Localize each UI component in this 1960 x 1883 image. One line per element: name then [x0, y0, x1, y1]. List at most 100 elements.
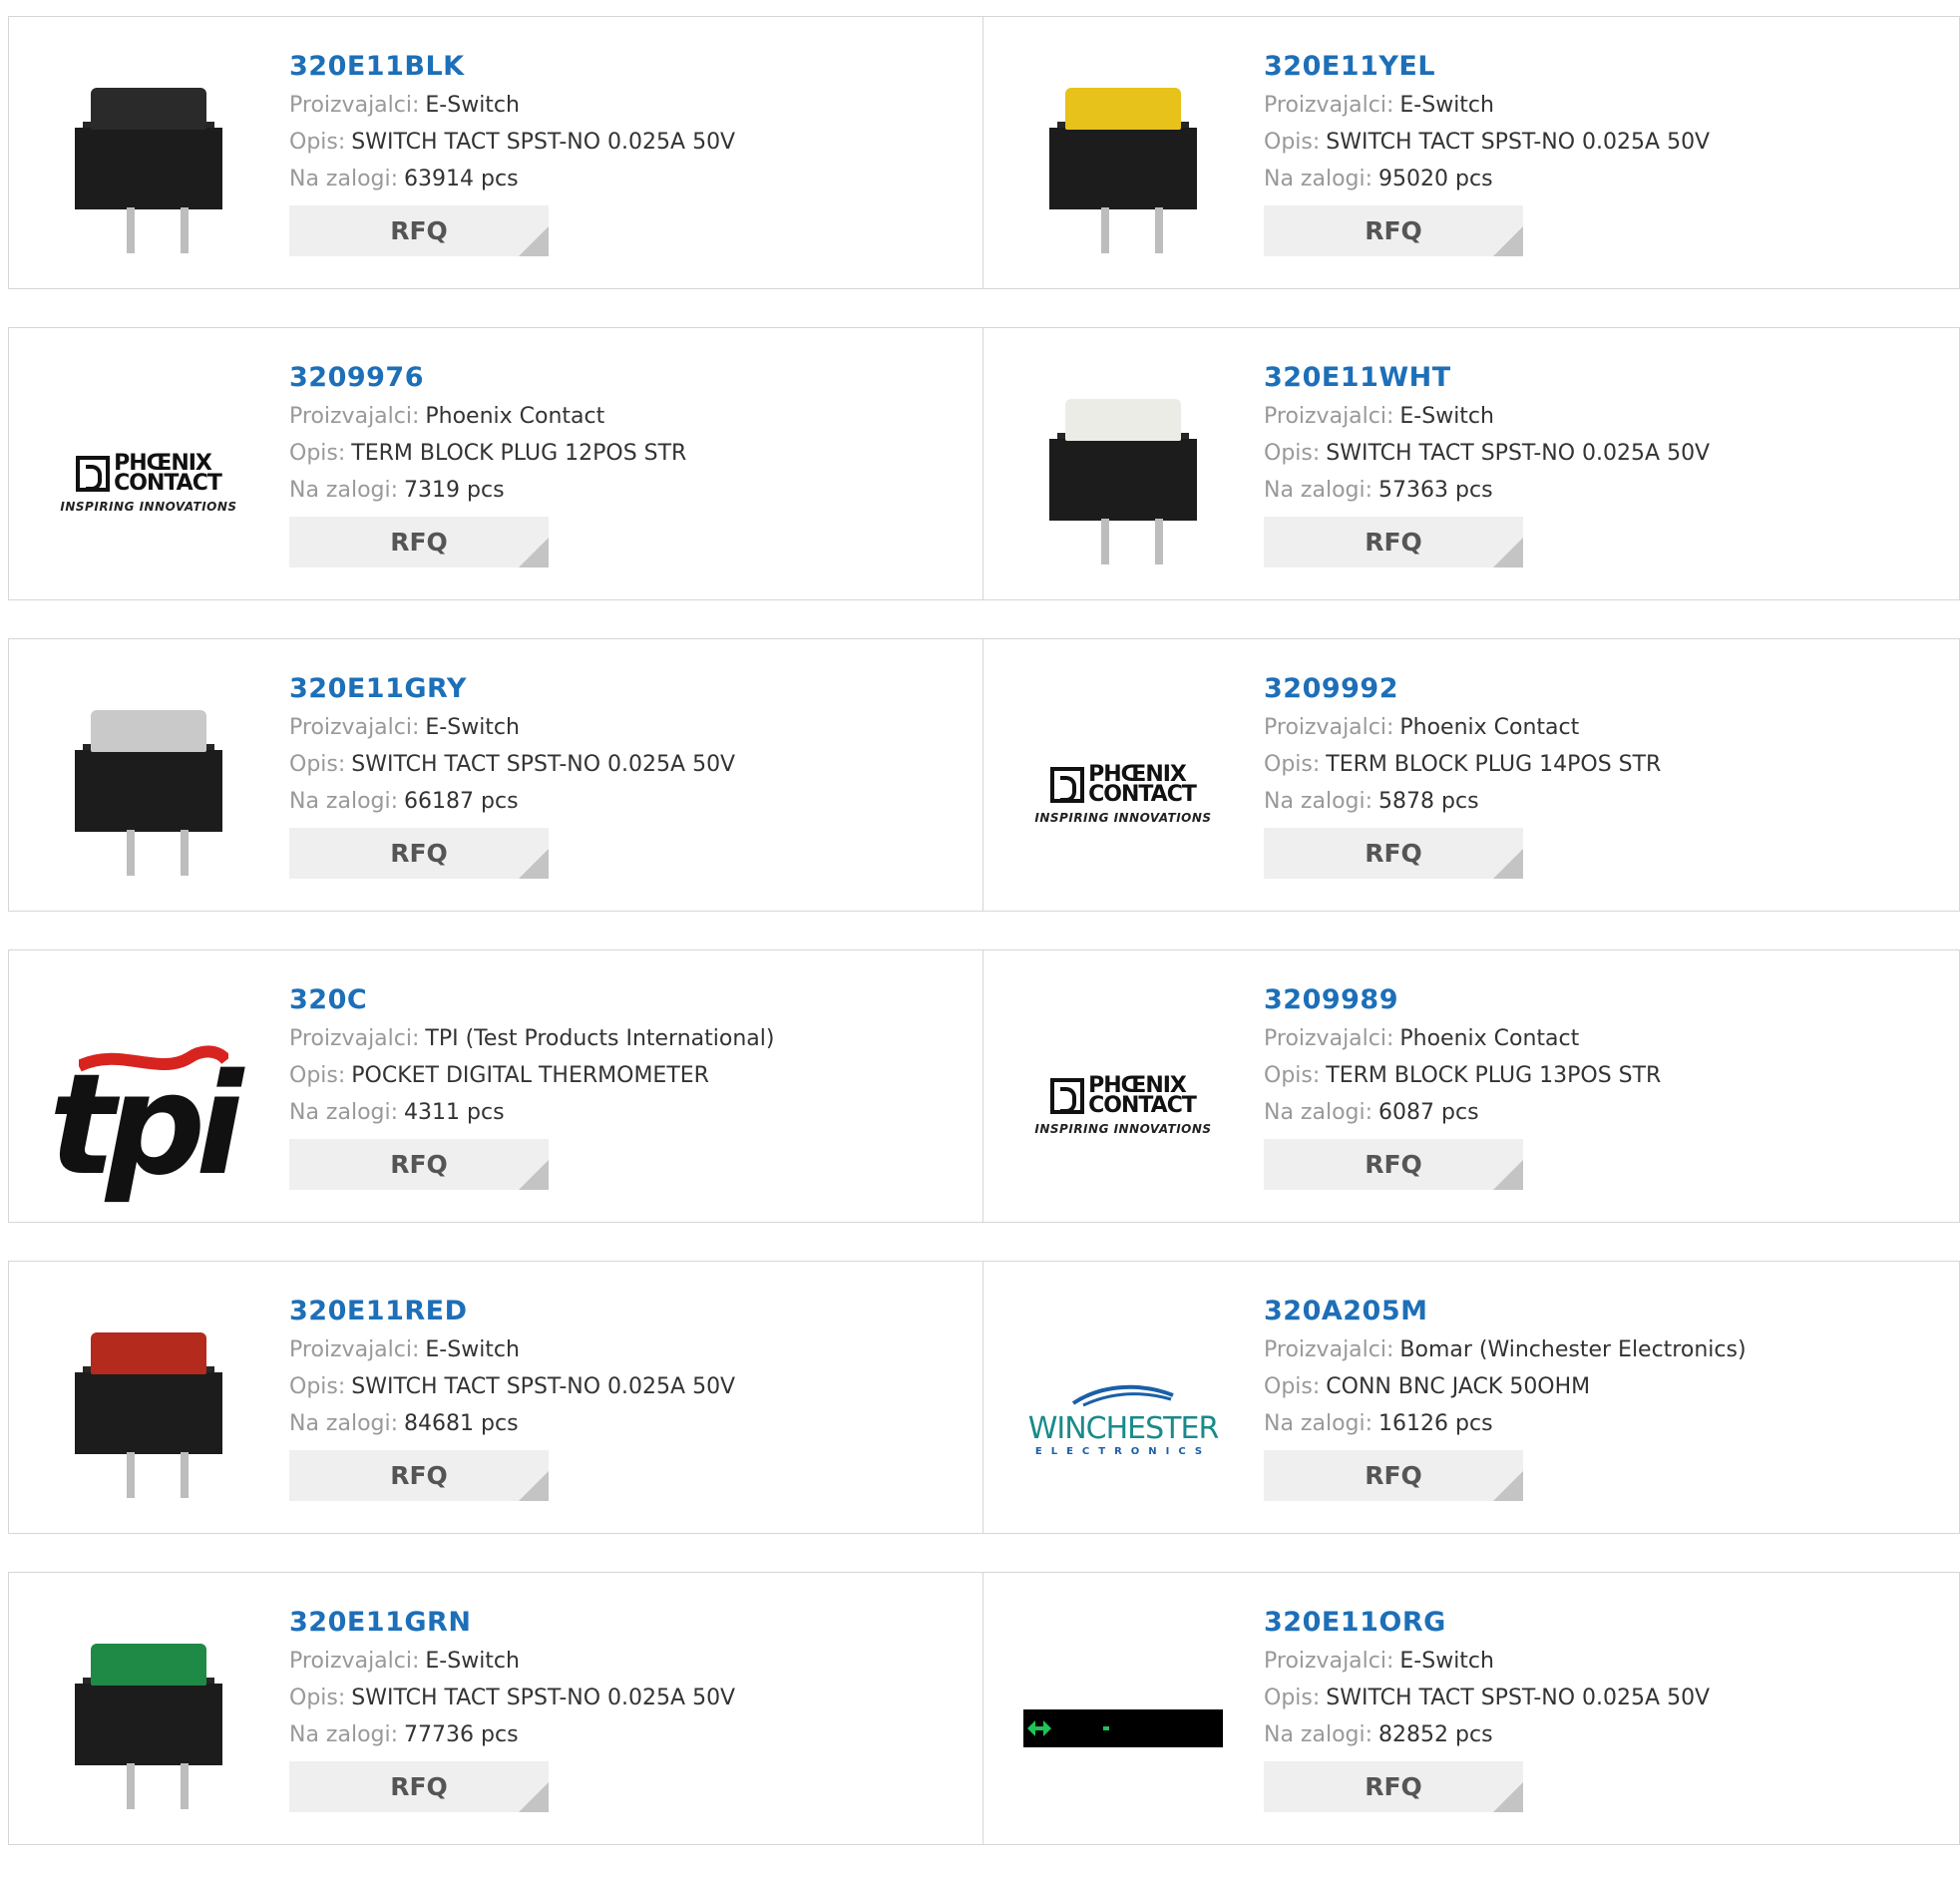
corner-triangle-icon: [519, 1160, 549, 1190]
rfq-button[interactable]: RFQ: [289, 205, 549, 256]
product-image-switch: [69, 78, 228, 267]
manufacturer-value: E-Switch: [1399, 404, 1494, 429]
manufacturer-line: Proizvajalci: Phoenix Contact: [289, 404, 605, 429]
rfq-button[interactable]: RFQ: [289, 517, 549, 567]
tpi-logo: tpi: [49, 1044, 243, 1207]
description-value: SWITCH TACT SPST-NO 0.025A 50V: [351, 1686, 736, 1710]
stock-value: 95020 pcs: [1378, 167, 1493, 191]
description-line: Opis: SWITCH TACT SPST-NO 0.025A 50V: [289, 1374, 736, 1399]
stock-value: 6087 pcs: [1378, 1100, 1479, 1125]
stock-value: 4311 pcs: [404, 1100, 505, 1125]
phoenix-contact-logo: PHŒNIX CONTACT INSPIRING INNOVATIONS: [1034, 762, 1212, 826]
part-number-link[interactable]: 320E11WHT: [1264, 358, 1710, 398]
product-thumbnail[interactable]: [49, 1318, 248, 1517]
stock-line: Na zalogi: 63914 pcs: [289, 167, 519, 191]
product-thumbnail[interactable]: PHŒNIX CONTACT INSPIRING INNOVATIONS: [1023, 1006, 1223, 1206]
manufacturer-line: Proizvajalci: E-Switch: [1264, 404, 1494, 429]
rfq-button[interactable]: RFQ: [289, 1450, 549, 1501]
corner-triangle-icon: [519, 226, 549, 256]
part-number-link[interactable]: 320A205M: [1264, 1292, 1747, 1331]
product-thumbnail[interactable]: [49, 695, 248, 895]
manufacturer-line: Proizvajalci: Phoenix Contact: [1264, 1026, 1580, 1051]
manufacturer-line: Proizvajalci: Phoenix Contact: [1264, 715, 1580, 740]
product-image-switch: [1043, 78, 1203, 267]
lcd-display-image: [1023, 1709, 1223, 1747]
rfq-button[interactable]: RFQ: [1264, 517, 1523, 567]
stock-line: Na zalogi: 5878 pcs: [1264, 789, 1479, 814]
corner-triangle-icon: [1493, 1471, 1523, 1501]
corner-triangle-icon: [1493, 1160, 1523, 1190]
manufacturer-value: E-Switch: [1399, 93, 1494, 118]
part-number-link[interactable]: 320E11GRN: [289, 1603, 735, 1643]
description-line: Opis: SWITCH TACT SPST-NO 0.025A 50V: [1264, 130, 1711, 155]
product-card: 320E11BLK Proizvajalci: E-Switch Opis: SWI…: [8, 16, 983, 289]
description-value: SWITCH TACT SPST-NO 0.025A 50V: [1326, 130, 1711, 155]
product-thumbnail[interactable]: PHŒNIX CONTACT INSPIRING INNOVATIONS: [49, 384, 248, 583]
description-line: Opis: CONN BNC JACK 50OHM: [1264, 1374, 1591, 1399]
product-thumbnail[interactable]: tpi: [49, 1006, 248, 1206]
product-image-switch: [69, 700, 228, 890]
stock-value: 16126 pcs: [1378, 1411, 1493, 1436]
rfq-button[interactable]: RFQ: [289, 1761, 549, 1812]
part-number-link[interactable]: 3209976: [289, 358, 686, 398]
product-thumbnail[interactable]: PHŒNIX CONTACT INSPIRING INNOVATIONS: [1023, 695, 1223, 895]
stock-value: 66187 pcs: [404, 789, 519, 814]
description-value: SWITCH TACT SPST-NO 0.025A 50V: [1326, 1686, 1711, 1710]
manufacturer-line: Proizvajalci: TPI (Test Products Internat…: [289, 1026, 775, 1051]
product-image-switch: [69, 1634, 228, 1823]
switch-cap: [91, 1644, 206, 1686]
stock-line: Na zalogi: 95020 pcs: [1264, 167, 1493, 191]
part-number-link[interactable]: 320E11BLK: [289, 47, 735, 87]
part-number-link[interactable]: 320E11RED: [289, 1292, 735, 1331]
corner-triangle-icon: [519, 538, 549, 567]
product-thumbnail[interactable]: [1023, 384, 1223, 583]
product-thumbnail[interactable]: [49, 1629, 248, 1828]
rfq-button[interactable]: RFQ: [289, 1139, 549, 1190]
stock-line: Na zalogi: 77736 pcs: [289, 1722, 519, 1747]
manufacturer-line: Proizvajalci: E-Switch: [1264, 93, 1494, 118]
product-thumbnail[interactable]: [1023, 73, 1223, 272]
product-thumbnail[interactable]: WINCHESTER ELECTRONICS: [1023, 1318, 1223, 1517]
manufacturer-value: E-Switch: [1399, 1649, 1494, 1674]
rfq-button[interactable]: RFQ: [1264, 1450, 1523, 1501]
rfq-button[interactable]: RFQ: [1264, 828, 1523, 879]
part-number-link[interactable]: 320E11ORG: [1264, 1603, 1710, 1643]
switch-cap: [91, 710, 206, 752]
rfq-button[interactable]: RFQ: [1264, 1761, 1523, 1812]
description-line: Opis: SWITCH TACT SPST-NO 0.025A 50V: [1264, 441, 1711, 466]
description-value: CONN BNC JACK 50OHM: [1326, 1374, 1591, 1399]
product-card: PHŒNIX CONTACT INSPIRING INNOVATIONS 3209…: [983, 638, 1960, 912]
part-number-link[interactable]: 3209992: [1264, 669, 1661, 709]
stock-line: Na zalogi: 4311 pcs: [289, 1100, 505, 1125]
part-number-link[interactable]: 320E11YEL: [1264, 47, 1710, 87]
manufacturer-value: E-Switch: [425, 1337, 520, 1362]
corner-triangle-icon: [519, 1471, 549, 1501]
part-number-link[interactable]: 320C: [289, 980, 774, 1020]
rfq-button[interactable]: RFQ: [289, 828, 549, 879]
product-row: 320E11BLK Proizvajalci: E-Switch Opis: SWI…: [8, 16, 1960, 289]
manufacturer-line: Proizvajalci: E-Switch: [289, 1337, 520, 1362]
manufacturer-line: Proizvajalci: E-Switch: [1264, 1649, 1494, 1674]
product-thumbnail[interactable]: [49, 73, 248, 272]
manufacturer-line: Proizvajalci: Bomar (Winchester Electroni…: [1264, 1337, 1747, 1362]
description-value: SWITCH TACT SPST-NO 0.025A 50V: [1326, 441, 1711, 466]
description-line: Opis: TERM BLOCK PLUG 13POS STR: [1264, 1063, 1662, 1088]
description-value: SWITCH TACT SPST-NO 0.025A 50V: [351, 1374, 736, 1399]
part-number-link[interactable]: 320E11GRY: [289, 669, 735, 709]
manufacturer-line: Proizvajalci: E-Switch: [289, 1649, 520, 1674]
phoenix-contact-logo: PHŒNIX CONTACT INSPIRING INNOVATIONS: [1034, 1073, 1212, 1137]
manufacturer-value: Phoenix Contact: [425, 404, 605, 429]
stock-line: Na zalogi: 6087 pcs: [1264, 1100, 1479, 1125]
manufacturer-value: Phoenix Contact: [1399, 715, 1580, 740]
stock-line: Na zalogi: 82852 pcs: [1264, 1722, 1493, 1747]
corner-triangle-icon: [1493, 226, 1523, 256]
phoenix-contact-logo: PHŒNIX CONTACT INSPIRING INNOVATIONS: [60, 451, 237, 515]
switch-cap: [91, 88, 206, 130]
product-thumbnail[interactable]: [1023, 1629, 1223, 1828]
description-line: Opis: SWITCH TACT SPST-NO 0.025A 50V: [289, 1686, 736, 1710]
rfq-button[interactable]: RFQ: [1264, 1139, 1523, 1190]
description-value: TERM BLOCK PLUG 13POS STR: [1326, 1063, 1662, 1088]
part-number-link[interactable]: 3209989: [1264, 980, 1661, 1020]
rfq-button[interactable]: RFQ: [1264, 205, 1523, 256]
manufacturer-value: Bomar (Winchester Electronics): [1399, 1337, 1747, 1362]
